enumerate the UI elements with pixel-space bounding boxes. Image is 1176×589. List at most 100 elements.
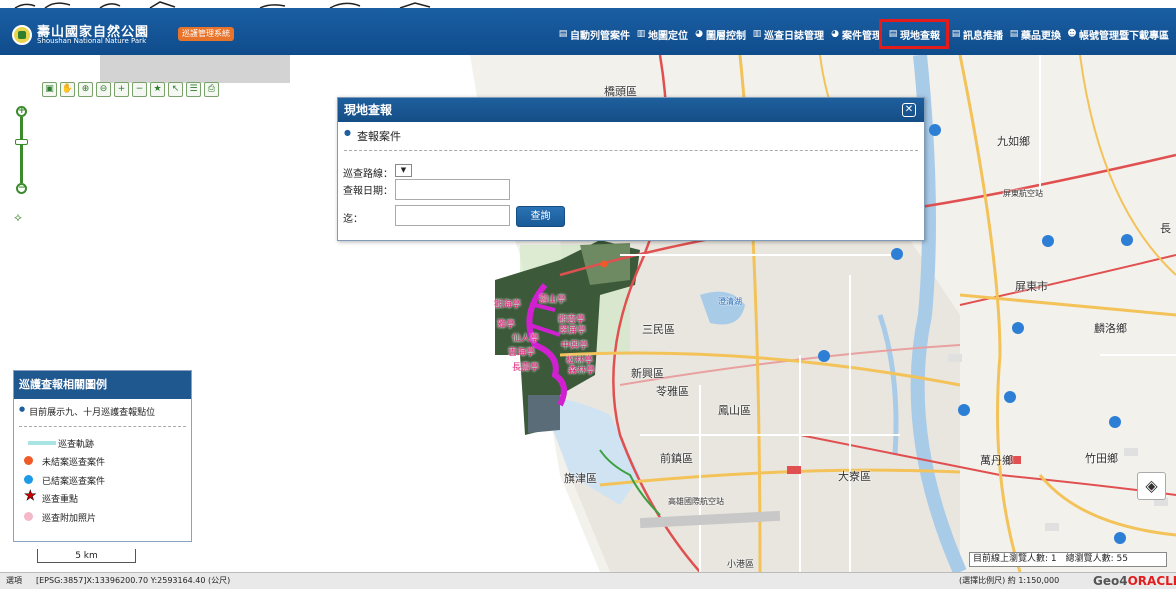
map-gray-overlay bbox=[100, 55, 290, 83]
document-icon: ▤ bbox=[1009, 29, 1019, 39]
legend-item-photo: 巡查附加照片 bbox=[24, 511, 96, 524]
map-label-cijin: 旗津區 bbox=[564, 472, 597, 485]
nav-item-map-locate[interactable]: ▥ 地圖定位 bbox=[633, 25, 691, 43]
dialog-header: 現地查報 ✕ bbox=[338, 98, 924, 122]
legend-label: 巡查軌跡 bbox=[58, 440, 95, 450]
document-icon: ▤ bbox=[888, 29, 898, 39]
zoom-out-icon[interactable]: ⊖ bbox=[96, 82, 111, 97]
pointer-icon[interactable]: ↖ bbox=[168, 82, 183, 97]
dialog-subtitle-text: 查報案件 bbox=[356, 130, 401, 143]
nav-label: 帳號管理暨下載專區 bbox=[1079, 30, 1169, 42]
zoom-plus-icon[interactable]: + bbox=[16, 106, 27, 117]
dialog-divider bbox=[344, 150, 918, 151]
star-icon: ★ bbox=[24, 488, 37, 505]
legend-label: 已結案巡查案件 bbox=[42, 477, 106, 487]
bar-chart-icon: ▥ bbox=[752, 29, 762, 39]
layers-icon[interactable]: ☰ bbox=[186, 82, 201, 97]
legend-item-open-case: 未結案巡查案件 bbox=[24, 455, 106, 468]
bookmark-icon[interactable]: ★ bbox=[150, 82, 165, 97]
zoom-in-icon[interactable]: ⊕ bbox=[78, 82, 93, 97]
nav-label: 訊息推播 bbox=[963, 30, 1003, 42]
map-label-pavilion: 雲海亭 bbox=[508, 348, 536, 358]
legend-label: 未結案巡查案件 bbox=[42, 458, 106, 468]
print-icon[interactable]: ⎙ bbox=[204, 82, 219, 97]
nav-label: 藥品更換 bbox=[1021, 30, 1061, 42]
zoom-minus-icon[interactable]: − bbox=[16, 183, 27, 194]
document-icon: ▤ bbox=[951, 29, 961, 39]
nav-label: 案件管理 bbox=[842, 30, 882, 42]
brand-suffix: ORACLE bbox=[1127, 574, 1176, 588]
locate-icon[interactable]: ◈ bbox=[1137, 472, 1166, 500]
pan-icon[interactable]: ✋ bbox=[60, 82, 75, 97]
top-handwriting-strip bbox=[0, 0, 1176, 8]
online-counter: 目前線上瀏覽人數: 1 總瀏覽人數: 55 bbox=[969, 552, 1167, 567]
scale-ratio-selector[interactable]: (選擇比例尺) 約 1:150,000 bbox=[959, 573, 1059, 589]
legend-title: 巡護查報相關圖例 bbox=[14, 371, 191, 399]
legend-item-closed-case: 已結案巡查案件 bbox=[24, 474, 106, 487]
map-label-pavilion: 雅亭 bbox=[497, 320, 516, 330]
orange-dot-icon bbox=[24, 456, 33, 465]
blue-dot-icon bbox=[24, 475, 33, 484]
bar-chart-icon: ▥ bbox=[636, 29, 646, 39]
query-button[interactable]: 查詢 bbox=[516, 206, 565, 227]
map-toolbar: ▣ ✋ ⊕ ⊖ + − ★ ↖ ☰ ⎙ bbox=[42, 82, 219, 97]
to-date-input[interactable] bbox=[395, 205, 510, 226]
legend-item-track: 巡查軌跡 bbox=[28, 437, 95, 450]
close-icon[interactable]: ✕ bbox=[902, 103, 916, 117]
nav-item-account-download[interactable]: ☻ 帳號管理暨下載專區 bbox=[1064, 25, 1172, 43]
nav-item-auto-cases[interactable]: ▤ 自動列管案件 bbox=[555, 25, 633, 43]
main-nav: ▤ 自動列管案件 ▥ 地圖定位 ◕ 圖層控制 ▥ 巡查日誌管理 ◕ 案件管理 ▤ 現地查報 … bbox=[555, 19, 1172, 49]
handwriting-annotation bbox=[14, 1, 431, 8]
map-label-chang: 長 bbox=[1160, 222, 1171, 235]
pie-chart-icon: ◕ bbox=[695, 29, 703, 39]
map-label-pavilion: 壽山亭 bbox=[539, 295, 567, 305]
nav-item-medicine-replace[interactable]: ▤ 藥品更換 bbox=[1006, 25, 1064, 43]
park-logo-icon bbox=[12, 25, 32, 45]
pan-arrows-icon[interactable]: ⟡ bbox=[8, 207, 28, 227]
plus-icon[interactable]: + bbox=[114, 82, 129, 97]
route-select[interactable]: ▼ bbox=[395, 164, 412, 177]
map-label-lake: 澄清湖 bbox=[718, 297, 742, 306]
legend-note-text: 目前展示九、十月巡護查報點位 bbox=[29, 408, 156, 418]
document-icon: ▤ bbox=[558, 29, 568, 39]
nav-label: 圖層控制 bbox=[706, 30, 746, 42]
scale-bar: 5 km bbox=[37, 549, 136, 563]
map-label-sanmin: 三民區 bbox=[642, 323, 675, 336]
map-label-daliao: 大寮區 bbox=[838, 470, 871, 483]
map-label-pavilion: 森林亭 bbox=[568, 366, 596, 376]
nav-item-patrol-log[interactable]: ▥ 巡查日誌管理 bbox=[749, 25, 827, 43]
zoom-slider-handle[interactable] bbox=[15, 139, 28, 145]
map-label-pavilion: 中興亭 bbox=[561, 341, 589, 351]
map-label-xinxing: 新興區 bbox=[631, 367, 664, 380]
nav-label: 自動列管案件 bbox=[570, 30, 630, 42]
status-select-label: 選項 bbox=[6, 576, 22, 585]
nav-item-case-management[interactable]: ◕ 案件管理 bbox=[827, 25, 885, 43]
map-label-lingya: 苓雅區 bbox=[656, 385, 689, 398]
zoom-slider-track[interactable] bbox=[20, 117, 23, 183]
nav-item-field-report[interactable]: ▤ 現地查報 bbox=[879, 19, 949, 49]
nav-label: 地圖定位 bbox=[648, 30, 688, 42]
legend-panel: 巡護查報相關圖例 ● 目前展示九、十月巡護查報點位 巡查軌跡 未結案巡查案件 已結… bbox=[13, 370, 192, 542]
map-label-wandan: 萬丹鄉 bbox=[980, 454, 1013, 467]
nav-item-push-message[interactable]: ▤ 訊息推播 bbox=[948, 25, 1006, 43]
minus-icon[interactable]: − bbox=[132, 82, 147, 97]
route-label: 巡查路線： bbox=[343, 169, 393, 180]
report-date-input[interactable] bbox=[395, 179, 510, 200]
nav-item-layer-control[interactable]: ◕ 圖層控制 bbox=[691, 25, 749, 43]
system-badge: 巡護管理系統 bbox=[178, 27, 234, 41]
map-label-pavilion: 觀海亭 bbox=[494, 300, 522, 310]
track-line-icon bbox=[28, 441, 56, 445]
legend-item-key-point: ★ 巡查重點 bbox=[24, 488, 79, 505]
field-report-dialog: 現地查報 ✕ ● 查報案件 巡查路線： ▼ 查報日期： 迄： 查詢 bbox=[337, 97, 925, 241]
nav-label: 現地查報 bbox=[900, 30, 940, 42]
date-label: 查報日期： bbox=[343, 186, 393, 197]
nav-label: 巡查日誌管理 bbox=[764, 30, 824, 42]
coordinate-readout: [EPSG:3857]X:13396200.70 Y:2593164.40 (公… bbox=[36, 576, 231, 585]
legend-label: 巡查重點 bbox=[42, 495, 79, 505]
bullet-icon: ● bbox=[344, 128, 351, 137]
pink-dot-icon bbox=[24, 512, 33, 521]
select-icon[interactable]: ▣ bbox=[42, 82, 57, 97]
map-label-xiaogang: 小港區 bbox=[727, 560, 755, 570]
users-icon: ☻ bbox=[1067, 29, 1077, 39]
map-label-pingdong-airport: 屏東航空站 bbox=[1003, 189, 1043, 198]
